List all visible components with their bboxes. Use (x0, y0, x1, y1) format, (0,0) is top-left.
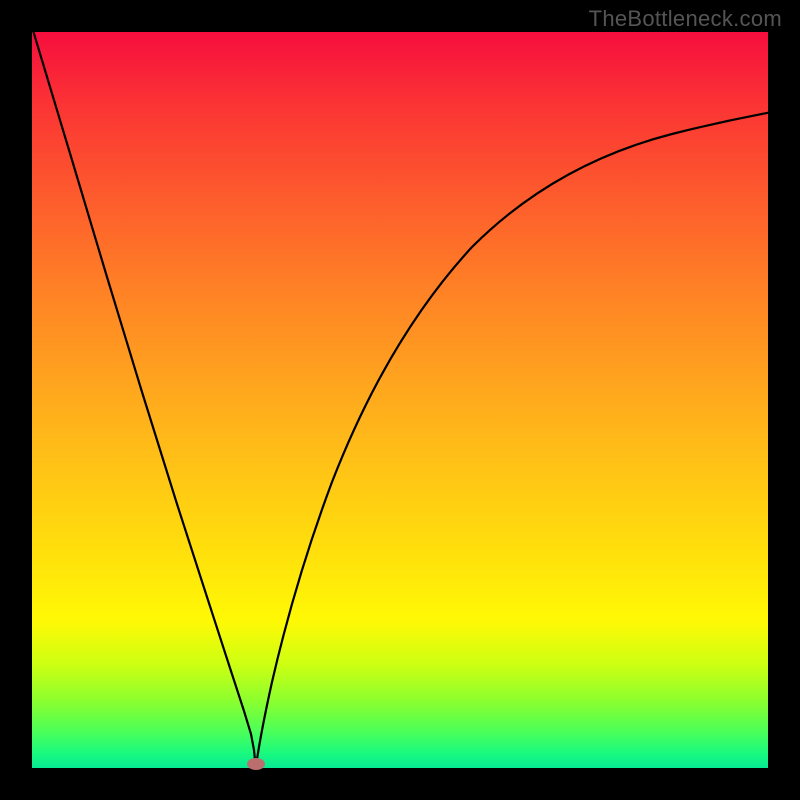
curve-right-branch (256, 112, 768, 766)
bottleneck-curve (32, 32, 768, 768)
plot-area (32, 32, 768, 768)
outer-frame: TheBottleneck.com (0, 0, 800, 800)
curve-left-branch (32, 32, 256, 766)
watermark-text: TheBottleneck.com (589, 6, 782, 32)
minimum-marker (247, 758, 265, 770)
